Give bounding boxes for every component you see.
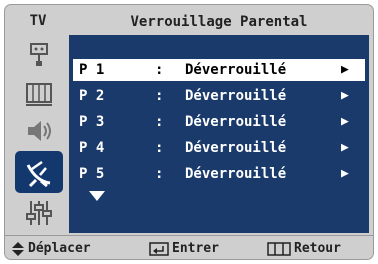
menu-title: Verrouillage Parental	[130, 14, 308, 30]
sound-icon[interactable]	[18, 113, 60, 149]
channel-name: P 1	[79, 62, 105, 78]
channel-status: Déverrouillé	[185, 166, 287, 182]
return-hint: Retour	[267, 236, 341, 259]
enter-icon	[149, 241, 169, 256]
channel-separator: :	[155, 114, 164, 130]
enter-hint: Entrer	[149, 236, 219, 259]
right-arrow-icon[interactable]: ▶	[341, 85, 349, 107]
scroll-down-icon[interactable]	[89, 191, 105, 201]
channel-icon[interactable]	[15, 151, 63, 193]
channel-separator: :	[155, 166, 164, 182]
channel-separator: :	[155, 88, 164, 104]
channel-separator: :	[155, 140, 164, 156]
channel-status: Déverrouillé	[185, 88, 287, 104]
right-arrow-icon[interactable]: ▶	[341, 111, 349, 133]
setup-icon[interactable]	[18, 195, 60, 231]
move-hint: Déplacer	[11, 236, 91, 259]
input-icon[interactable]	[18, 37, 60, 73]
enter-label: Entrer	[172, 241, 219, 256]
tv-label: TV	[29, 13, 47, 29]
channel-status: Déverrouillé	[185, 62, 287, 78]
channel-row-p4[interactable]: P 4 : Déverrouillé ▶	[73, 137, 365, 159]
right-arrow-icon[interactable]: ▶	[341, 59, 349, 81]
channel-row-p5[interactable]: P 5 : Déverrouillé ▶	[73, 163, 365, 185]
channel-status: Déverrouillé	[185, 114, 287, 130]
osd-menu: TV Verrouillage Parental P 1: Déverroui…	[4, 4, 374, 260]
sidebar	[13, 35, 65, 233]
channel-row-p3[interactable]: P 3 : Déverrouillé ▶	[73, 111, 365, 133]
channel-name: P 5	[79, 166, 105, 182]
channel-name: P 4	[79, 140, 105, 156]
right-arrow-icon[interactable]: ▶	[341, 163, 349, 185]
channel-name: P 3	[79, 114, 105, 130]
right-arrow-icon[interactable]: ▶	[341, 137, 349, 159]
move-label: Déplacer	[28, 241, 91, 256]
channel-name: P 2	[79, 88, 105, 104]
return-label: Retour	[294, 241, 341, 256]
help-bar: Déplacer Entrer Retour	[5, 235, 373, 259]
channel-status: Déverrouillé	[185, 140, 287, 156]
channel-row-p2[interactable]: P 2 : Déverrouillé ▶	[73, 85, 365, 107]
up-down-icon	[12, 241, 24, 256]
channel-list-panel: P 1 : Déverrouillé ▶ P 2 : Déverrouillé …	[69, 35, 369, 233]
channel-row-p1[interactable]: P 1 : Déverrouillé ▶	[73, 59, 365, 81]
picture-icon[interactable]	[18, 75, 60, 111]
channel-separator: :	[155, 62, 164, 78]
menu-icon	[267, 241, 291, 256]
